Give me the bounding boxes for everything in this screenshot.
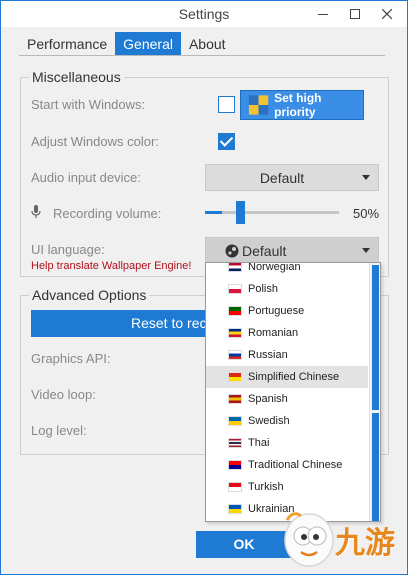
language-option[interactable]: Norwegian xyxy=(206,262,368,278)
minimize-icon xyxy=(318,13,328,15)
dropdown-scrollbar[interactable] xyxy=(369,263,380,521)
chevron-down-icon xyxy=(362,175,370,180)
language-option[interactable]: Simplified Chinese xyxy=(206,366,368,388)
language-option[interactable]: Romanian xyxy=(206,322,368,344)
tab-about[interactable]: About xyxy=(181,32,234,55)
set-high-priority-label: Set high priority xyxy=(274,91,322,119)
language-option-label: Thai xyxy=(248,437,270,449)
tab-divider xyxy=(19,55,385,56)
flag-icon xyxy=(228,438,242,448)
microphone-icon xyxy=(31,205,41,218)
language-option[interactable]: Turkish xyxy=(206,476,368,498)
adjust-windows-color-checkbox[interactable] xyxy=(218,133,235,150)
chevron-down-icon xyxy=(362,248,370,253)
recording-volume-thumb[interactable] xyxy=(236,201,245,224)
audio-input-device-select[interactable]: Default xyxy=(205,164,379,191)
language-option-label: Polish xyxy=(248,283,278,295)
start-with-windows-label: Start with Windows: xyxy=(31,97,146,112)
flag-icon xyxy=(228,460,242,470)
ui-language-dropdown: Norwegian Polish Portuguese Romanian Russian… xyxy=(205,262,381,522)
advanced-options-title: Advanced Options xyxy=(29,287,150,303)
tab-bar: Performance General About xyxy=(19,32,234,55)
language-option-label: Turkish xyxy=(248,481,284,493)
reset-button-label: Reset to rec xyxy=(131,315,207,331)
language-option-label: Simplified Chinese xyxy=(248,371,340,383)
ui-language-value: Default xyxy=(242,243,287,259)
flag-icon xyxy=(228,504,242,514)
ui-language-label: UI language: xyxy=(31,242,105,257)
language-option-label: Russian xyxy=(248,349,288,361)
recording-volume-value: 50% xyxy=(353,206,380,221)
help-translate-link[interactable]: Help translate Wallpaper Engine! xyxy=(31,260,191,272)
video-loop-label: Video loop: xyxy=(31,387,96,402)
shield-icon xyxy=(248,95,269,115)
graphics-api-label: Graphics API: xyxy=(31,351,111,366)
tab-performance[interactable]: Performance xyxy=(19,32,115,55)
audio-input-device-value: Default xyxy=(259,170,305,186)
miscellaneous-title: Miscellaneous xyxy=(29,69,124,85)
flag-icon xyxy=(228,372,242,382)
flag-icon xyxy=(228,328,242,338)
watermark-text: 九游 xyxy=(335,526,395,561)
adjust-windows-color-label: Adjust Windows color: xyxy=(31,134,159,149)
start-with-windows-checkbox[interactable] xyxy=(218,96,235,113)
language-option[interactable]: Spanish xyxy=(206,388,368,410)
language-option-label: Romanian xyxy=(248,327,299,339)
log-level-label: Log level: xyxy=(31,423,87,438)
minimize-button[interactable] xyxy=(307,1,339,27)
flag-icon xyxy=(228,394,242,404)
close-icon xyxy=(382,9,392,19)
language-option[interactable]: Swedish xyxy=(206,410,368,432)
audio-input-device-label: Audio input device: xyxy=(31,170,141,185)
restore-button[interactable] xyxy=(339,1,371,27)
recording-volume-fill xyxy=(205,211,222,214)
language-option-label: Portuguese xyxy=(248,305,305,317)
flag-icon xyxy=(228,263,242,272)
flag-icon xyxy=(228,284,242,294)
language-option[interactable]: Traditional Chinese xyxy=(206,454,368,476)
language-option-label: Swedish xyxy=(248,415,290,427)
watermark-logo: 九游 xyxy=(277,506,408,575)
steam-icon xyxy=(225,244,239,258)
title-bar: Settings xyxy=(1,1,407,27)
settings-window: Settings Performance General About Misce… xyxy=(0,0,408,575)
language-option[interactable]: Russian xyxy=(206,344,368,366)
recording-volume-slider[interactable] xyxy=(205,211,339,214)
recording-volume-label: Recording volume: xyxy=(53,206,162,221)
language-option-label: Norwegian xyxy=(248,262,301,273)
flag-icon xyxy=(228,350,242,360)
flag-icon xyxy=(228,482,242,492)
language-option[interactable]: Portuguese xyxy=(206,300,368,322)
language-option[interactable]: Thai xyxy=(206,432,368,454)
set-high-priority-button[interactable]: Set high priority xyxy=(240,90,364,120)
restore-icon xyxy=(350,9,360,19)
language-option-label: Traditional Chinese xyxy=(248,459,343,471)
scrollbar-thumb[interactable] xyxy=(372,265,379,410)
language-option-label: Spanish xyxy=(248,393,288,405)
language-option[interactable]: Polish xyxy=(206,278,368,300)
flag-icon xyxy=(228,306,242,316)
flag-icon xyxy=(228,416,242,426)
mascot-icon xyxy=(284,512,334,567)
close-button[interactable] xyxy=(371,1,403,27)
tab-general[interactable]: General xyxy=(115,32,181,55)
ui-language-select[interactable]: Default xyxy=(205,237,379,263)
